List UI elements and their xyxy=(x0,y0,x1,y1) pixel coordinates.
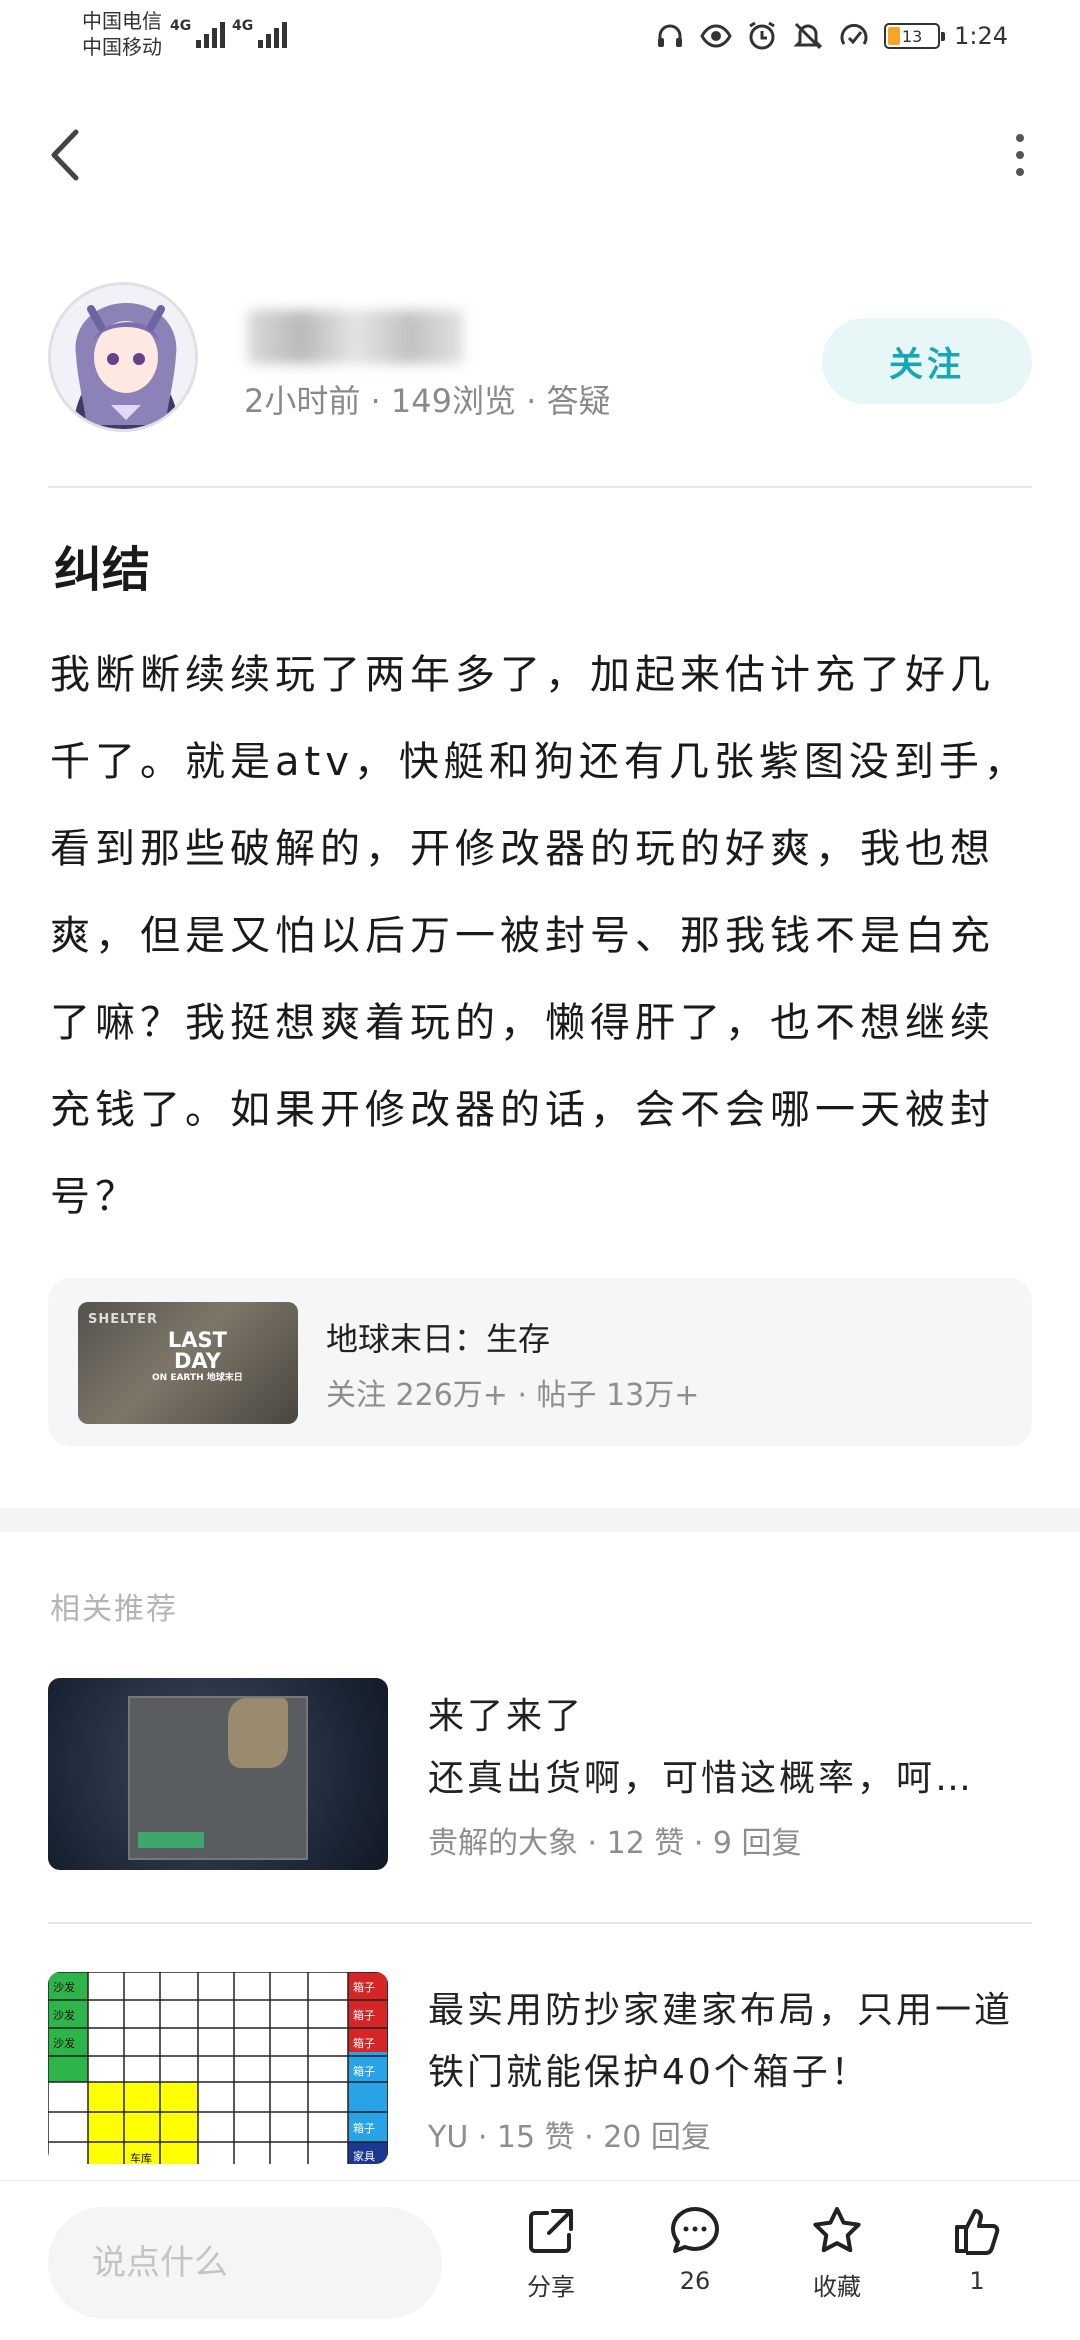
carrier-labels: 中国电信 中国移动 xyxy=(82,8,162,60)
related-item[interactable]: 来了来了 还真出货啊，可惜这概率，呵… 贵解的大象 · 12 赞 · 9 回复 xyxy=(48,1678,1032,1874)
related-title: 最实用防抄家建家布局，只用一道铁门就能保护40个箱子！ xyxy=(428,1990,1014,2093)
comment-icon xyxy=(671,2207,719,2253)
game-thumbnail: SHELTER LAST DAY ON EARTH 地球末日 xyxy=(78,1302,298,1424)
related-item[interactable]: 沙发 沙发 沙发 箱子 箱子 箱子 箱子 箱子 家具 车库 最实用防抄家建家布局… xyxy=(48,1972,1032,2168)
carrier-mobile: 中国移动 xyxy=(82,35,162,59)
avatar[interactable] xyxy=(48,282,198,432)
divider xyxy=(48,1922,1032,1924)
battery-icon: 13 xyxy=(884,23,946,49)
share-icon xyxy=(529,2209,573,2253)
status-bar: 中国电信 中国移动 4G 4G 13 1:24 xyxy=(0,0,1080,72)
eye-icon xyxy=(700,24,732,48)
grid-label: 箱子 xyxy=(353,2064,375,2078)
grid-label: 箱子 xyxy=(353,2008,375,2022)
network-type-1: 4G xyxy=(170,18,192,34)
game-card[interactable]: SHELTER LAST DAY ON EARTH 地球末日 地球末日：生存 关… xyxy=(48,1278,1032,1446)
bottom-action-bar: 分享 26 收藏 1 xyxy=(0,2180,1080,2340)
signal-icon: 4G xyxy=(170,18,226,48)
share-button[interactable]: 分享 xyxy=(496,2203,606,2321)
logo-line-3: ON EARTH 地球末日 xyxy=(152,1373,243,1383)
battery-level: 13 xyxy=(901,26,923,46)
thumb-object xyxy=(228,1698,288,1768)
thumbs-up-icon xyxy=(955,2209,1000,2255)
grid-label: 沙发 xyxy=(53,2008,75,2022)
headphone-icon xyxy=(658,24,683,47)
related-heading: 相关推荐 xyxy=(50,1592,178,1627)
logo-line-2: DAY xyxy=(173,1349,221,1373)
data-saver-icon xyxy=(840,23,868,45)
like-button[interactable]: 1 xyxy=(922,2203,1032,2321)
related-thumbnail xyxy=(48,1678,388,1870)
comment-input[interactable] xyxy=(48,2207,442,2319)
back-button[interactable] xyxy=(40,122,90,188)
grid-label: 沙发 xyxy=(53,1980,75,1994)
status-time: 1:24 xyxy=(954,22,1008,50)
star-icon xyxy=(813,2207,861,2253)
post-title: 纠结 xyxy=(54,542,151,598)
top-nav xyxy=(0,110,1080,200)
post-body: 我断断续续玩了两年多了，加起来估计充了好几千了。就是atv，快艇和狗还有几张紫图… xyxy=(50,652,1029,1220)
favorite-label: 收藏 xyxy=(813,2273,861,2301)
related-title: 来了来了 还真出货啊，可惜这概率，呵… xyxy=(428,1696,975,1799)
grid-label: 箱子 xyxy=(353,1980,375,1994)
more-options-button[interactable] xyxy=(1000,122,1040,188)
thumb-shelter-text: SHELTER xyxy=(88,1312,159,1327)
grid-label: 家具 xyxy=(353,2149,375,2163)
mute-icon xyxy=(793,22,823,50)
related-thumbnail: 沙发 沙发 沙发 箱子 箱子 箱子 箱子 箱子 家具 车库 xyxy=(48,1972,388,2164)
alarm-icon xyxy=(749,21,775,50)
grid-label: 车库 xyxy=(130,2151,152,2164)
post-meta: 2小时前 · 149浏览 · 答疑 xyxy=(244,382,611,420)
related-meta: 贵解的大象 · 12 赞 · 9 回复 xyxy=(428,1826,802,1861)
comment-button[interactable]: 26 xyxy=(640,2203,750,2321)
comments-count: 26 xyxy=(679,2267,711,2295)
game-stats: 关注 226万+ · 帖子 13万+ xyxy=(326,1378,700,1413)
status-icons: 13 1:24 xyxy=(654,18,1008,54)
follow-button[interactable]: 关注 xyxy=(822,318,1032,404)
grid-label: 箱子 xyxy=(353,2121,375,2135)
author-row: 2小时前 · 149浏览 · 答疑 关注 xyxy=(48,282,1032,432)
avatar-image xyxy=(51,285,195,429)
network-type-2: 4G xyxy=(232,18,254,34)
game-logo: LAST DAY ON EARTH 地球末日 xyxy=(152,1330,243,1383)
divider xyxy=(48,486,1032,488)
grid-label: 沙发 xyxy=(53,2036,75,2050)
share-label: 分享 xyxy=(527,2273,575,2301)
section-separator xyxy=(0,1508,1080,1532)
logo-line-1: LAST xyxy=(167,1328,227,1352)
signal-icon: 4G xyxy=(232,18,288,48)
carrier-telecom: 中国电信 xyxy=(82,9,162,33)
favorite-button[interactable]: 收藏 xyxy=(782,2203,892,2321)
back-arrow-icon xyxy=(51,129,79,181)
related-meta: YU · 15 赞 · 20 回复 xyxy=(428,2120,711,2155)
game-name: 地球末日：生存 xyxy=(326,1320,551,1358)
author-name-redacted xyxy=(248,310,463,364)
likes-count: 1 xyxy=(969,2267,985,2295)
more-vertical-icon xyxy=(1016,134,1024,142)
grid-label: 箱子 xyxy=(353,2036,375,2050)
base-layout-grid: 沙发 沙发 沙发 箱子 箱子 箱子 箱子 箱子 家具 车库 xyxy=(48,1972,388,2164)
